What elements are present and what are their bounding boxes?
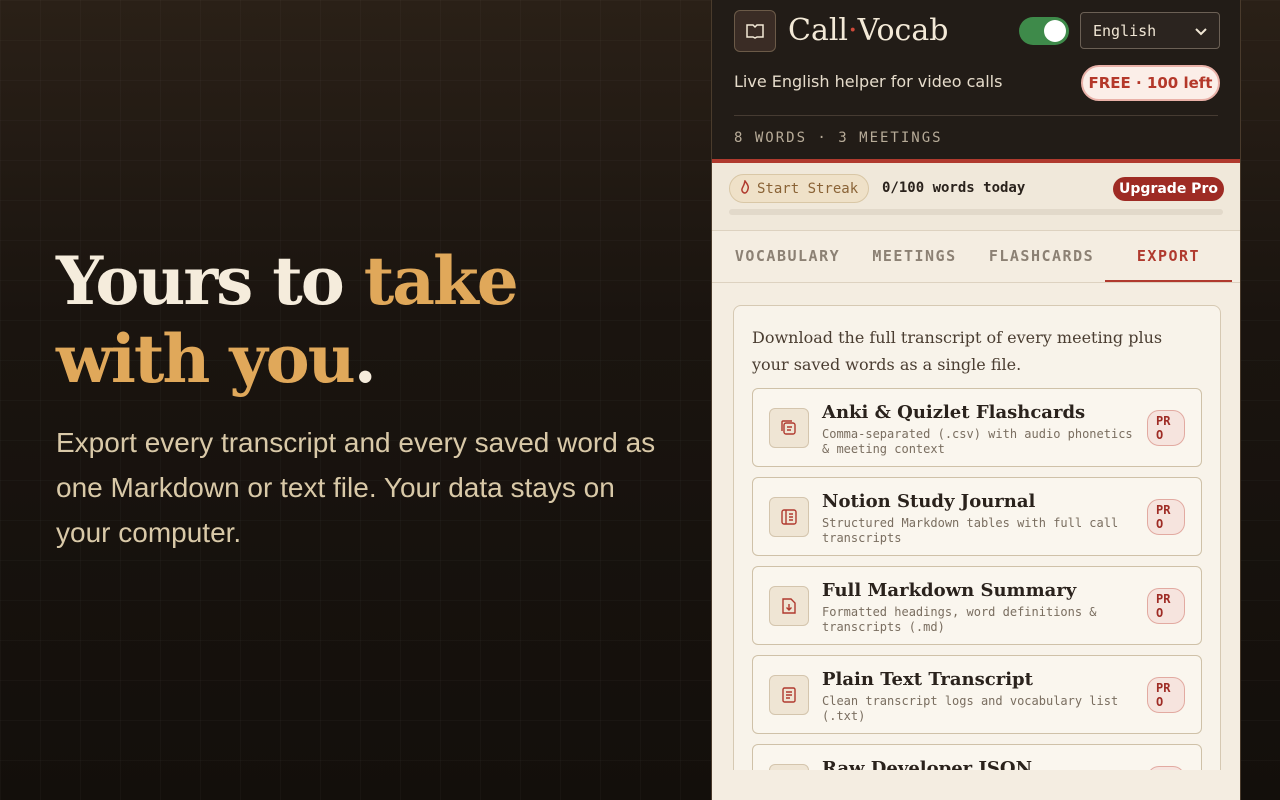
tab-meetings[interactable]: MEETINGS — [851, 231, 978, 282]
hero-headline-accent-2: with you — [56, 320, 356, 398]
pro-badge: PRO — [1147, 410, 1185, 446]
hero-description: Export every transcript and every saved … — [56, 427, 656, 548]
free-quota-badge[interactable]: FREE · 100 left — [1081, 65, 1220, 101]
pro-badge-line1: PR — [1156, 681, 1171, 695]
start-streak-label: Start Streak — [757, 180, 859, 197]
pro-badge-line1: PR — [1156, 503, 1171, 517]
toggle-knob — [1044, 20, 1066, 42]
export-option-desc: Clean transcript logs and vocabulary lis… — [822, 694, 1119, 723]
download-file-icon — [769, 586, 809, 626]
daily-word-count: 0/100 words today — [882, 180, 1026, 196]
export-intro: Download the full transcript of every me… — [752, 328, 1163, 374]
book-icon — [734, 10, 776, 52]
pro-badge: PRO — [1147, 588, 1185, 624]
brand-part1: Call — [788, 13, 849, 48]
export-option-desc: Formatted headings, word definitions & t… — [822, 605, 1097, 634]
pro-badge-line2: O — [1156, 428, 1164, 442]
text-file-icon — [769, 675, 809, 715]
brand-logo: Call·Vocab — [788, 10, 948, 52]
tab-flashcards[interactable]: FLASHCARDS — [978, 231, 1105, 282]
hero-headline-plain: Yours to — [56, 242, 364, 320]
journal-icon — [769, 497, 809, 537]
export-option-markdown[interactable]: Full Markdown Summary Formatted headings… — [752, 566, 1202, 645]
export-option-plaintext[interactable]: Plain Text Transcript Clean transcript l… — [752, 655, 1202, 734]
flame-icon — [740, 178, 750, 198]
brand-part2: Vocab — [857, 13, 949, 48]
export-option-desc: Structured Markdown tables with full cal… — [822, 516, 1119, 545]
tab-bar: VOCABULARY MEETINGS FLASHCARDS EXPORT — [712, 231, 1240, 283]
pro-badge-line1: PR — [1156, 414, 1171, 428]
panel-header: Call·Vocab English Live English helper f… — [712, 0, 1240, 163]
export-option-notion[interactable]: Notion Study Journal Structured Markdown… — [752, 477, 1202, 556]
language-select[interactable]: English — [1080, 12, 1220, 49]
pro-badge-line1: PR — [1156, 592, 1171, 606]
upgrade-pro-button[interactable]: Upgrade Pro — [1113, 177, 1224, 201]
bottom-fade — [712, 770, 1240, 800]
hero-headline-accent: take — [363, 242, 519, 320]
chevron-down-icon — [1195, 22, 1207, 40]
pro-badge-line2: O — [1156, 517, 1164, 531]
stats-summary: 8 WORDS · 3 MEETINGS — [734, 130, 943, 146]
pro-badge: PRO — [1147, 677, 1185, 713]
export-option-title: Anki & Quizlet Flashcards — [822, 402, 1086, 423]
export-card: Download the full transcript of every me… — [733, 305, 1221, 800]
pro-badge-line2: O — [1156, 695, 1164, 709]
tab-vocabulary[interactable]: VOCABULARY — [724, 231, 851, 282]
header-divider — [734, 115, 1218, 116]
pro-badge: PRO — [1147, 499, 1185, 535]
export-option-title: Notion Study Journal — [822, 491, 1036, 512]
start-streak-button[interactable]: Start Streak — [729, 174, 870, 203]
enable-toggle[interactable] — [1019, 17, 1069, 45]
export-option-desc: Comma-separated (.csv) with audio phonet… — [822, 427, 1133, 456]
streak-bar: Start Streak 0/100 words today Upgrade P… — [712, 163, 1240, 231]
hero-headline-dot: . — [353, 320, 377, 398]
export-option-title: Full Markdown Summary — [822, 580, 1077, 601]
header-subtitle: Live English helper for video calls — [734, 72, 1003, 91]
extension-panel: Call·Vocab English Live English helper f… — [711, 0, 1241, 800]
hero-headline: Yours to take with you. — [56, 242, 676, 398]
hero-section: Yours to take with you. Export every tra… — [56, 242, 676, 555]
export-option-title: Plain Text Transcript — [822, 669, 1033, 690]
language-value: English — [1093, 21, 1157, 40]
daily-progress-bar — [729, 209, 1223, 215]
export-option-anki[interactable]: Anki & Quizlet Flashcards Comma-separate… — [752, 388, 1202, 467]
pro-badge-line2: O — [1156, 606, 1164, 620]
cards-icon — [769, 408, 809, 448]
tab-export[interactable]: EXPORT — [1105, 231, 1232, 282]
brand-dot: · — [848, 13, 858, 48]
